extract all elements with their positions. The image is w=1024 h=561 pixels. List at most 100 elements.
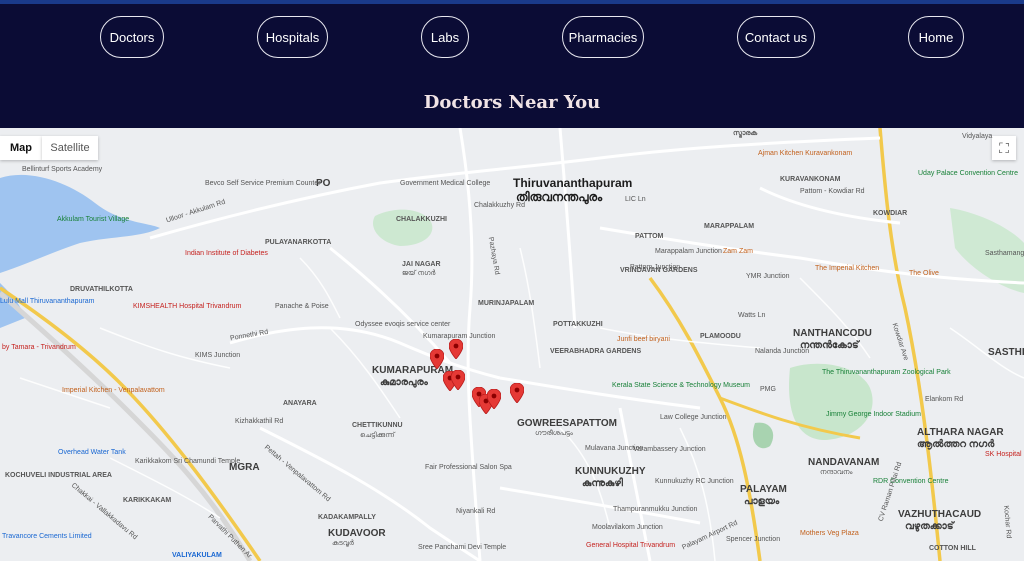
fullscreen-icon[interactable]: ⛶ [992, 136, 1016, 160]
area-label: VEERABHADRA GARDENS [550, 348, 642, 355]
area-label: PALAYAM [740, 484, 787, 495]
city-label-ml: തിരുവനന്തപുരം [516, 190, 603, 204]
poi-label: Moolavilakom Junction [592, 524, 663, 531]
nav-contact-button[interactable]: Contact us [737, 16, 815, 58]
area-label: DRUVATHILKOTTA [70, 286, 133, 293]
area-label: KUNNUKUZHY [575, 466, 646, 477]
doctor-marker[interactable] [487, 389, 501, 409]
area-label-ml: വഴുതക്കാട് [905, 521, 954, 532]
area-label: KOWDIAR [873, 210, 908, 217]
poi-label[interactable]: Junfi beef biryani [617, 336, 670, 344]
poi-label[interactable]: Zam Zam [723, 248, 753, 256]
doctor-marker[interactable] [430, 349, 444, 369]
doctor-marker[interactable] [449, 339, 463, 359]
area-label: CHALAKKUZHI [396, 216, 447, 223]
poi-label: Law College Junction [660, 414, 727, 421]
doctor-marker[interactable] [451, 370, 465, 390]
area-label: KADAKAMPALLY [318, 514, 376, 521]
area-label: KARIKKAKAM [123, 497, 172, 504]
poi-label[interactable]: The Olive [909, 270, 939, 278]
area-label: MURINJAPALAM [478, 300, 535, 307]
road-label: Pattom - Kowdiar Rd [800, 188, 865, 195]
poi-label[interactable]: General Hospital Trivandrum [586, 542, 675, 550]
area-label: CHETTIKUNNU [352, 422, 403, 429]
poi-label[interactable]: Indian Institute of Diabetes [185, 250, 268, 258]
poi-label[interactable]: SK Hospital [985, 451, 1022, 459]
poi-label[interactable]: RDR Convention Centre [873, 478, 948, 486]
area-label: GOWREESAPATTOM [517, 418, 617, 429]
poi-label: Watts Ln [738, 312, 766, 319]
poi-label[interactable]: Ajman Kitchen Kuravankonam [758, 150, 852, 158]
nav-labs-button[interactable]: Labs [421, 16, 469, 58]
poi-label[interactable]: KIMSHEALTH Hospital Trivandrum [133, 303, 241, 311]
area-label-ml: കുമാരപുരം [380, 377, 428, 388]
area-label: KURAVANKONAM [780, 176, 841, 183]
area-label: PULAYANARKOTTA [265, 239, 332, 246]
doctor-marker[interactable] [510, 383, 524, 403]
area-label: SASTHI [988, 347, 1024, 358]
area-label-ml: ആൽത്തറ നഗർ [917, 439, 995, 450]
poi-label: PMG [760, 386, 776, 393]
poi-label: LIC Ln [625, 196, 646, 203]
area-label: PATTOM [635, 233, 664, 240]
area-label: JAI NAGAR [402, 261, 441, 268]
poi-label[interactable]: Bevco Self Service Premium Counter [205, 180, 321, 188]
poi-label[interactable]: Panache & Poise [275, 303, 329, 311]
nav-hospitals-button[interactable]: Hospitals [257, 16, 328, 58]
poi-label[interactable]: Sree Panchami Devi Temple [418, 544, 506, 552]
pond [752, 422, 774, 449]
poi-label[interactable]: Uday Palace Convention Centre [918, 170, 1018, 178]
poi-label: Elankom Rd [925, 396, 964, 403]
poi-label: KIMS Junction [195, 352, 241, 359]
area-label: POTTAKKUZHI [553, 321, 603, 328]
poi-label[interactable]: Mothers Veg Plaza [800, 530, 859, 538]
nav-home-button[interactable]: Home [908, 16, 964, 58]
poi-label[interactable]: Lulu Mall Thiruvananthapuram [0, 298, 94, 306]
poi-label[interactable]: Sasthamangalam [985, 250, 1024, 258]
poi-label[interactable]: Fair Professional Salon Spa [425, 464, 512, 472]
poi-label[interactable]: Imperial Kitchen - Venpalavattom [62, 387, 165, 395]
area-label: COTTON HILL [929, 545, 976, 552]
poi-label: Thampuranmukku Junction [613, 506, 698, 513]
area-label: PLAMOODU [700, 333, 741, 340]
area-label-ml: നന്ദാവനം [820, 469, 853, 476]
nav-doctors-button[interactable]: Doctors [100, 16, 164, 58]
area-label: NANDAVANAM [808, 457, 880, 468]
map-type-satellite-button[interactable]: Satellite [42, 136, 98, 160]
poi-label: Kunnukuzhy RC Junction [655, 478, 734, 485]
area-label-ml: ജയ് നഗർ [402, 270, 436, 277]
poi-label[interactable]: Akkulam Tourist Village [57, 216, 129, 224]
poi-label[interactable]: Karikkakom Sri Chamundi Temple [135, 458, 240, 466]
map-view[interactable]: Map Satellite ⛶ Thiruvananthapuram തിരുവ… [0, 128, 1024, 561]
area-label: ANAYARA [283, 400, 317, 407]
page-title: Doctors Near You [423, 92, 601, 113]
poi-label[interactable]: Kerala State Science & Technology Museum [612, 382, 750, 390]
area-label-ml: കുന്നുകുഴി [582, 478, 623, 489]
poi-label: Spencer Junction [726, 536, 781, 543]
nav-pharmacies-button[interactable]: Pharmacies [562, 16, 644, 58]
area-label-ml: ചെട്ടിക്കുന്ന് [360, 432, 395, 439]
road-label: Kizhakkathil Rd [235, 418, 284, 425]
area-label-ml: പാളയം [744, 496, 780, 507]
poi-label: Nalanda Junction [755, 348, 810, 355]
site-header: Doctors Hospitals Labs Pharmacies Contac… [0, 4, 1024, 128]
poi-label[interactable]: Travancore Cements Limited [2, 533, 92, 541]
poi-label: Marappalam Junction [655, 248, 722, 255]
road-label: Niyankali Rd [456, 508, 496, 515]
area-label: KUDAVOOR [328, 528, 386, 539]
area-label-ml: ഗൗരീശപട്ടം [535, 430, 573, 437]
poi-label: Vidyalaya [962, 133, 993, 140]
area-label: VALIYAKULAM [172, 552, 222, 559]
area-label: സ്മാരക [733, 130, 758, 137]
poi-label[interactable]: The Imperial Kitchen [815, 265, 879, 273]
poi-label[interactable]: Bellinturf Sports Academy [22, 166, 102, 174]
poi-label[interactable]: Odyssee evoqis service center [355, 321, 450, 329]
poi-label[interactable]: Government Medical College [400, 180, 490, 188]
map-type-map-button[interactable]: Map [0, 136, 42, 160]
poi-label: YMR Junction [746, 273, 790, 280]
poi-label[interactable]: Overhead Water Tank [58, 449, 126, 457]
area-label: MARAPPALAM [704, 223, 755, 230]
poi-label[interactable]: Jimmy George Indoor Stadium [826, 411, 921, 419]
poi-label[interactable]: The Thiruvananthapuram Zoological Park [822, 369, 951, 377]
poi-label[interactable]: by Tamara - Trivandrum [2, 344, 76, 352]
